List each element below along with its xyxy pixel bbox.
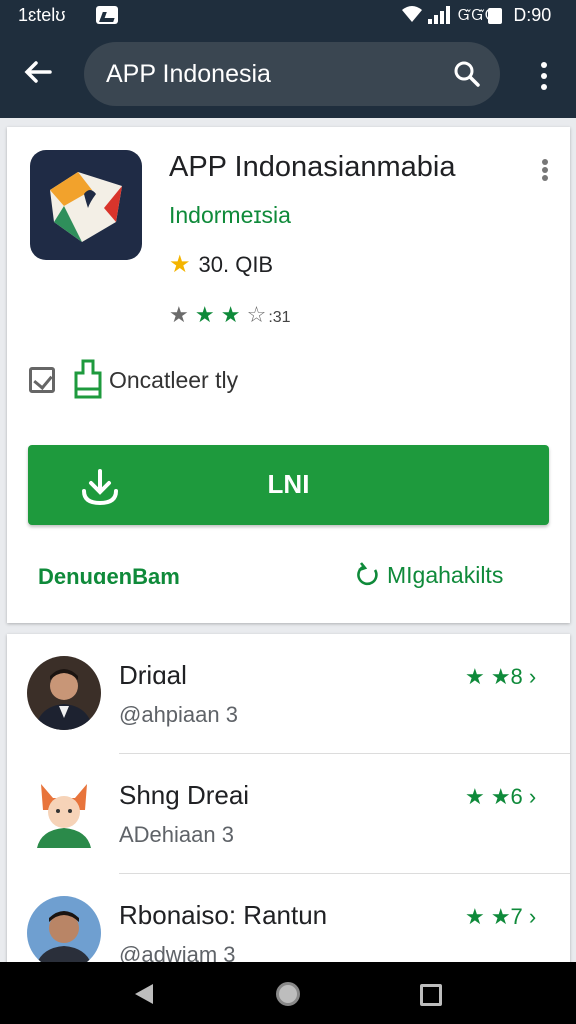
- wifi-icon: [400, 4, 424, 29]
- list-item[interactable]: Driɑal @ahpiaan 3 ★ ★8 ›: [7, 634, 570, 754]
- reviewer-name: Driɑal: [119, 660, 187, 690]
- navigation-bar: [0, 962, 576, 1024]
- review-list: Driɑal @ahpiaan 3 ★ ★8 › Shng Dreai ADeh…: [7, 634, 570, 964]
- content-rating-label: Oncatleer tly: [109, 367, 239, 393]
- review-score[interactable]: ★ ★6 ›: [465, 784, 536, 810]
- secondary-link-right[interactable]: MIgahakilts: [355, 562, 503, 589]
- star-icon: ★: [169, 251, 191, 278]
- developer-link[interactable]: Indormeɪsia: [169, 202, 291, 229]
- signal-icon: [428, 6, 450, 24]
- reviewer-name: Shng Dreai: [119, 780, 250, 810]
- back-arrow-icon[interactable]: [22, 56, 58, 92]
- search-icon[interactable]: [452, 59, 482, 89]
- battery-icon: [488, 8, 502, 24]
- star-icon: ★: [169, 302, 189, 327]
- nav-home-icon[interactable]: [276, 982, 300, 1006]
- nav-back-icon[interactable]: [133, 982, 155, 1006]
- checkbox-icon[interactable]: [29, 367, 55, 393]
- image-icon: [96, 6, 118, 24]
- list-item[interactable]: Rbonaiso: Rantun @adwiam 3 ★ ★7 ›: [7, 874, 570, 964]
- review-score[interactable]: ★ ★8 ›: [465, 664, 536, 690]
- badge-icon: [73, 359, 103, 401]
- secondary-link-right-label: MIgahakilts: [387, 562, 504, 588]
- reviewer-handle: ADehiaan 3: [119, 822, 234, 847]
- list-item[interactable]: Shng Dreai ADehiaan 3 ★ ★6 ›: [7, 754, 570, 874]
- nav-recent-icon[interactable]: [420, 984, 442, 1006]
- refresh-icon: [355, 562, 381, 588]
- reviewer-name: Rbonaiso: Rantun: [119, 900, 328, 930]
- half-star-icon: ☆: [246, 302, 267, 327]
- app-title: APP Indonasianmabia: [169, 151, 456, 183]
- search-toolbar: APP Indonesia: [0, 32, 576, 118]
- rating-value: 30. QIB: [198, 252, 274, 277]
- carrier-label: 1ɛtelʊ: [18, 5, 66, 25]
- reviewer-handle: @adwiam 3: [119, 942, 236, 964]
- star-rating: ★ ★ ★ ☆:31: [169, 302, 291, 328]
- avatar: [27, 656, 101, 730]
- clock: Ꭰ:90: [514, 5, 552, 25]
- search-query[interactable]: APP Indonesia: [106, 60, 271, 89]
- reviewer-handle: @ahpiaan 3: [119, 702, 238, 727]
- search-input[interactable]: APP Indonesia: [84, 42, 500, 106]
- app-logo-icon: [30, 150, 142, 260]
- overflow-menu-icon[interactable]: [530, 58, 558, 94]
- star-icon: ★: [220, 302, 241, 327]
- secondary-link-left[interactable]: DenuɑenBam: [38, 564, 180, 590]
- avatar: [27, 896, 101, 964]
- review-score[interactable]: ★ ★7 ›: [465, 904, 536, 930]
- rating-summary: ★ 30. QIB: [169, 250, 273, 279]
- star-icon: ★: [194, 302, 215, 327]
- review-count: :31: [268, 309, 291, 326]
- status-bar: 1ɛtelʊ ᏳᏳᏳ Ꭰ:90: [0, 0, 576, 32]
- install-label: LNI: [267, 469, 310, 499]
- app-detail-card: APP Indonasianmabia Indormeɪsia ★ 30. QIB…: [7, 127, 570, 623]
- more-options-icon[interactable]: [535, 157, 555, 183]
- avatar: [27, 776, 101, 850]
- install-button[interactable]: LNI: [28, 445, 549, 525]
